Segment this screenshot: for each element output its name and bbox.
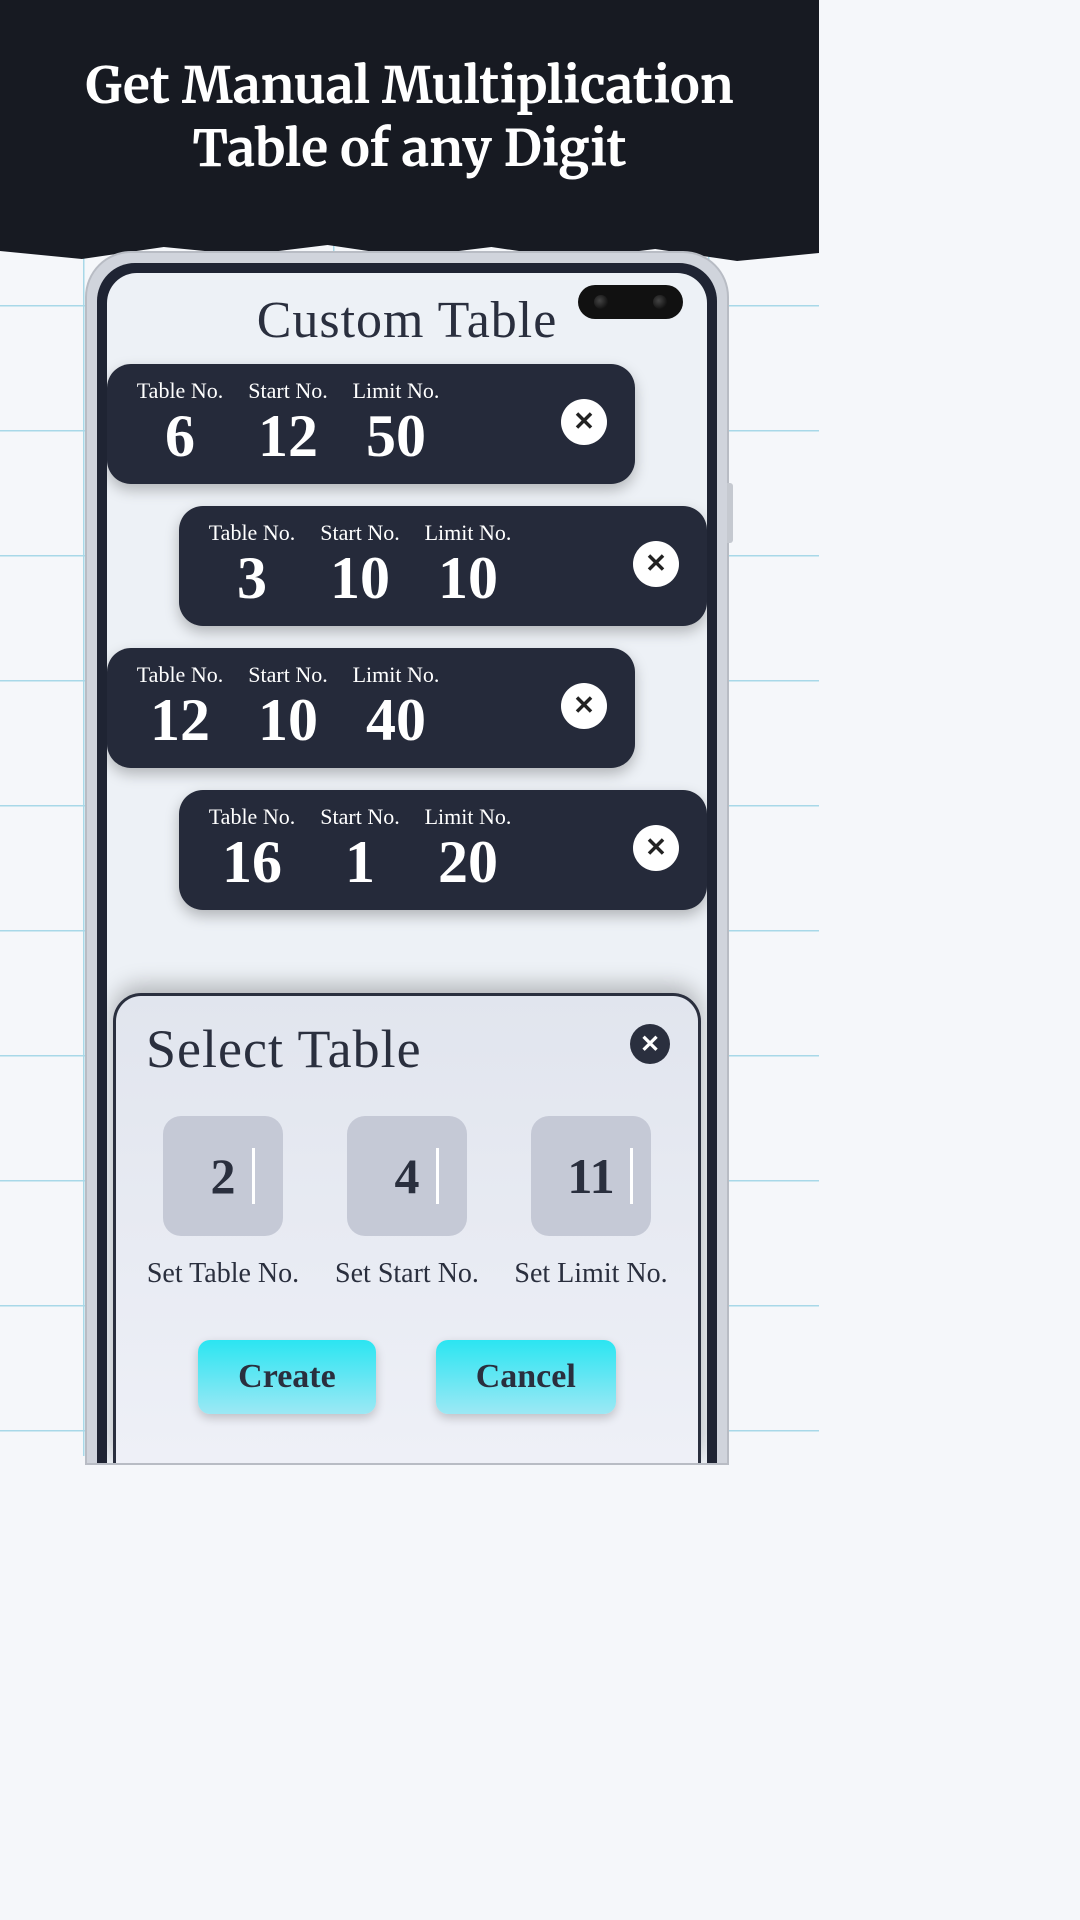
table-no-label: Table No. — [137, 378, 223, 404]
table-no-label: Table No. — [209, 804, 295, 830]
start-no-value: 12 — [258, 406, 318, 466]
start-no-input-value: 4 — [395, 1147, 420, 1205]
start-no-input[interactable]: 4 — [347, 1116, 467, 1236]
table-no-label: Table No. — [137, 662, 223, 688]
app-screen: Custom Table Table No. 6 Start No. 12 Li… — [107, 273, 707, 1463]
start-no-label: Start No. — [320, 804, 399, 830]
limit-no-input[interactable]: 11 — [531, 1116, 651, 1236]
camera-notch — [578, 285, 683, 319]
limit-no-label: Limit No. — [425, 520, 512, 546]
delete-card-button[interactable]: ✕ — [561, 399, 607, 445]
limit-no-input-label: Set Limit No. — [514, 1258, 667, 1290]
select-table-sheet: Select Table ✕ 2 Set Table No. 4 Set Sta… — [113, 993, 701, 1463]
table-no-value: 3 — [237, 548, 267, 608]
limit-no-value: 20 — [438, 832, 498, 892]
table-no-label: Table No. — [209, 520, 295, 546]
start-no-label: Start No. — [320, 520, 399, 546]
limit-no-value: 40 — [366, 690, 426, 750]
limit-no-input-value: 11 — [567, 1147, 614, 1205]
headline-text: Get Manual Multiplication Table of any D… — [0, 0, 819, 180]
delete-card-button[interactable]: ✕ — [633, 541, 679, 587]
table-no-input-value: 2 — [211, 1147, 236, 1205]
close-icon: ✕ — [645, 549, 667, 579]
phone-frame: Custom Table Table No. 6 Start No. 12 Li… — [87, 253, 727, 1463]
table-no-value: 16 — [222, 832, 282, 892]
limit-no-label: Limit No. — [353, 378, 440, 404]
close-icon: ✕ — [640, 1030, 660, 1059]
table-card: Table No. 3 Start No. 10 Limit No. 10 ✕ — [179, 506, 707, 626]
delete-card-button[interactable]: ✕ — [561, 683, 607, 729]
table-card: Table No. 12 Start No. 10 Limit No. 40 ✕ — [107, 648, 635, 768]
start-no-value: 10 — [258, 690, 318, 750]
sheet-title: Select Table — [146, 1018, 668, 1080]
start-no-value: 1 — [345, 832, 375, 892]
close-icon: ✕ — [573, 407, 595, 437]
close-icon: ✕ — [573, 691, 595, 721]
start-no-value: 10 — [330, 548, 390, 608]
cancel-button[interactable]: Cancel — [436, 1340, 616, 1414]
table-no-input[interactable]: 2 — [163, 1116, 283, 1236]
table-no-input-label: Set Table No. — [147, 1258, 299, 1290]
promo-banner: Get Manual Multiplication Table of any D… — [0, 0, 819, 245]
table-cards-list: Table No. 6 Start No. 12 Limit No. 50 ✕ … — [107, 364, 707, 910]
start-no-label: Start No. — [248, 662, 327, 688]
start-no-input-label: Set Start No. — [335, 1258, 479, 1290]
table-card: Table No. 16 Start No. 1 Limit No. 20 ✕ — [179, 790, 707, 910]
start-no-label: Start No. — [248, 378, 327, 404]
delete-card-button[interactable]: ✕ — [633, 825, 679, 871]
table-no-value: 6 — [165, 406, 195, 466]
limit-no-label: Limit No. — [353, 662, 440, 688]
limit-no-value: 50 — [366, 406, 426, 466]
table-no-value: 12 — [150, 690, 210, 750]
limit-no-value: 10 — [438, 548, 498, 608]
create-button[interactable]: Create — [198, 1340, 376, 1414]
close-sheet-button[interactable]: ✕ — [630, 1024, 670, 1064]
table-card: Table No. 6 Start No. 12 Limit No. 50 ✕ — [107, 364, 635, 484]
phone-side-button — [727, 483, 733, 543]
limit-no-label: Limit No. — [425, 804, 512, 830]
close-icon: ✕ — [645, 833, 667, 863]
